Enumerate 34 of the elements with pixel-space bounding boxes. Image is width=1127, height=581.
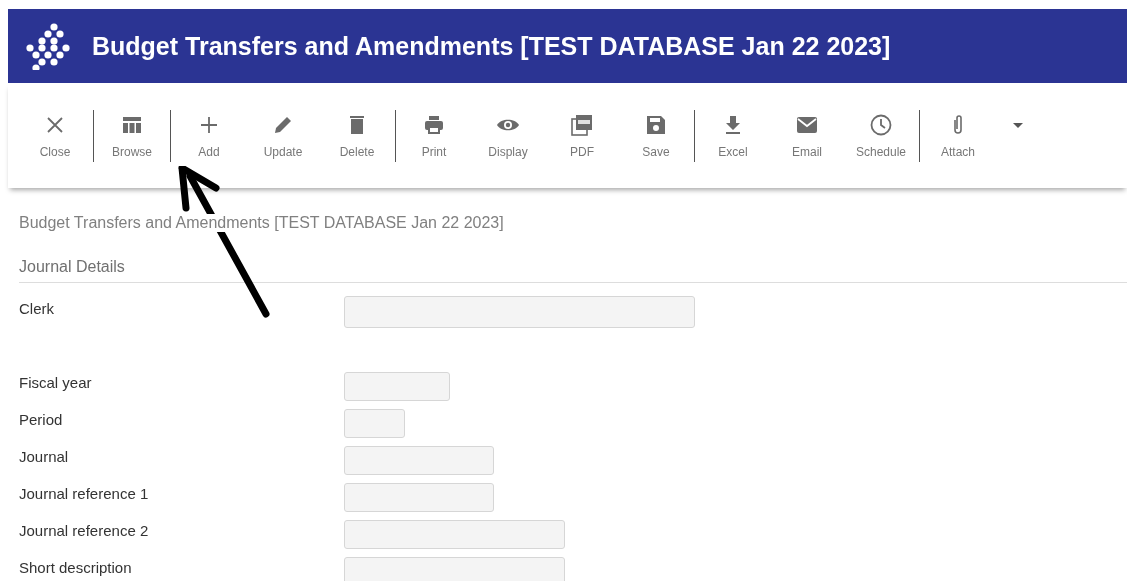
text-field[interactable] [344,408,405,438]
toolbar-button[interactable]: Close [18,108,92,163]
field-label: Journal reference 1 [19,484,150,502]
dotted-diamond-logo [24,22,72,70]
field-label: Journal reference 2 [19,521,150,539]
text-field[interactable] [344,519,565,549]
toolbar-button[interactable]: Email [770,108,844,163]
field-label: Period [19,410,64,428]
text-field[interactable] [344,556,565,581]
toolbar-button[interactable]: PDF [545,108,619,163]
section-title: Journal Details [19,258,1127,283]
field-label: Short description [19,558,133,576]
text-field[interactable] [344,482,494,512]
toolbar-button[interactable]: Schedule [844,108,918,163]
toolbar-button[interactable]: Print [397,108,471,163]
toolbar-button[interactable]: Delete [320,108,394,163]
field-label: Journal [19,447,70,465]
field-label: Fiscal year [19,373,93,391]
text-field[interactable] [344,371,450,401]
toolbar-button[interactable]: Add [172,108,246,163]
window-title: Budget Transfers and Amendments [TEST DATABASE Jan 22 2023] [92,31,891,61]
text-field[interactable] [344,445,494,475]
toolbar-button[interactable]: Save [619,108,693,163]
page-title: Budget Transfers and Amendments [TEST DATABASE Jan 22 2023] [19,214,504,232]
more-caret-button[interactable] [1011,121,1025,131]
pdf-file-icon [570,112,594,137]
toolbar-button[interactable]: Excel [696,108,770,163]
toolbar-button[interactable]: Browse [95,108,169,163]
field-label: Clerk [19,299,55,317]
toolbar-button[interactable]: Attach [921,108,995,163]
toolbar-button[interactable]: Update [246,108,320,163]
toolbar-button[interactable]: Display [471,108,545,163]
clock-icon [869,112,893,137]
text-field[interactable] [344,296,695,328]
